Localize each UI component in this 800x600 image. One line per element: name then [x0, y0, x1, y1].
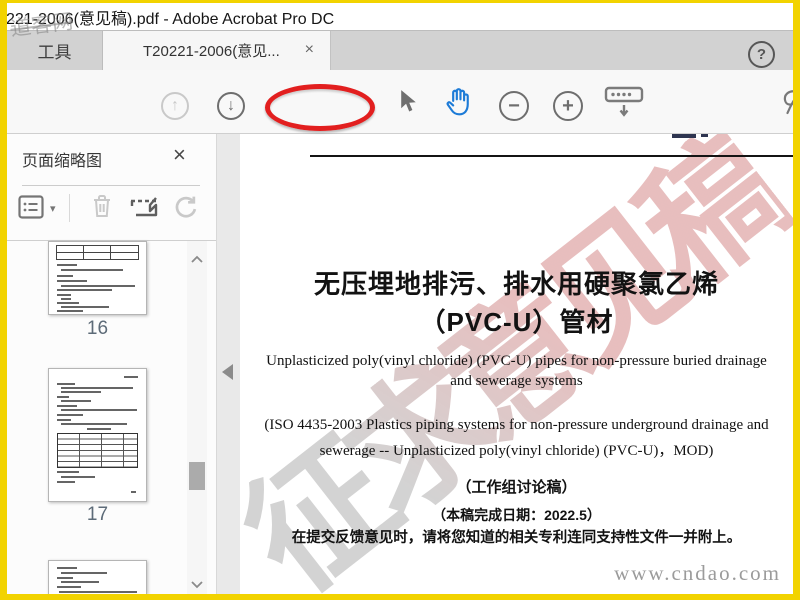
plus-icon: +	[562, 94, 574, 117]
page-thumbnails-panel: 页面缩略图 × ▾ 16 17	[7, 134, 217, 594]
thumb-table	[56, 245, 139, 260]
doc-title-line1: 无压埋地排污、排水用硬聚氯乙烯	[313, 269, 719, 299]
page-header-fragment	[672, 134, 696, 138]
divider	[22, 185, 200, 186]
doc-draft-note: （工作组讨论稿）	[456, 479, 577, 496]
rotate-icon[interactable]	[173, 195, 198, 220]
thumbnail-page-18-partial[interactable]	[48, 560, 147, 594]
red-circle-annotation	[265, 84, 375, 131]
acrobat-window: 221-2006(意见稿).pdf - Adobe Acrobat Pro DC…	[0, 0, 800, 600]
select-tool-icon[interactable]	[400, 88, 417, 114]
doc-date-note: （本稿完成日期：2022.5）	[432, 507, 601, 523]
doc-iso-line2: sewerage -- Unplasticized poly(vinyl chl…	[319, 443, 714, 459]
thumbnail-scrollbar[interactable]	[187, 241, 207, 594]
header-rule	[310, 155, 793, 157]
page-header-fragment	[701, 134, 708, 137]
next-page-button[interactable]: ↓	[217, 92, 245, 120]
minus-icon: −	[508, 94, 520, 117]
main-toolbar: ↑ ↓ − +	[0, 70, 800, 196]
scroll-down-icon[interactable]	[191, 581, 203, 589]
chevron-down-icon[interactable]: ▾	[50, 202, 56, 215]
trash-icon[interactable]	[91, 193, 113, 219]
zoom-out-button[interactable]: −	[499, 91, 529, 121]
doc-patent-note: 在提交反馈意见时，请将您知道的相关专利连同支持性文件一并附上。	[291, 530, 742, 546]
panel-close-icon[interactable]: ×	[173, 142, 186, 168]
site-watermark-bottom: www.cndao.com	[614, 561, 781, 585]
tab-document[interactable]: T20221-2006(意见... ×	[103, 31, 331, 70]
doc-subtitle-en-line1: Unplasticized poly(vinyl chloride) (PVC-…	[266, 353, 767, 369]
zoom-in-button[interactable]: +	[553, 91, 583, 121]
help-glyph: ?	[756, 46, 767, 63]
toolbar-dock-icon[interactable]	[604, 86, 644, 120]
scroll-up-icon[interactable]	[191, 255, 203, 263]
tab-tools-label: 工具	[37, 43, 72, 62]
doc-title-line2: （PVC-U）管材	[419, 307, 614, 337]
arrow-down-icon: ↓	[227, 97, 235, 114]
tab-document-label: T20221-2006(意见...	[143, 43, 280, 60]
divider	[69, 194, 70, 222]
tab-close-icon[interactable]: ×	[305, 40, 314, 60]
thumbnail-label-17[interactable]: 17	[48, 504, 147, 526]
doc-iso-line1: (ISO 4435-2003 Plastics piping systems f…	[264, 417, 769, 433]
thumb-table	[57, 433, 138, 468]
panel-gutter	[217, 134, 240, 594]
panel-title: 页面缩略图	[22, 153, 103, 170]
tab-bar: 工具 T20221-2006(意见... ×	[0, 30, 800, 70]
thumbnail-options-icon[interactable]	[18, 195, 44, 219]
scrollbar-thumb[interactable]	[189, 462, 205, 490]
thumbnail-label-16[interactable]: 16	[48, 318, 147, 340]
thumbnail-page-16[interactable]	[48, 241, 147, 315]
thumbnail-page-17[interactable]	[48, 368, 147, 502]
document-page[interactable]: 征求意见稿 无压埋地排污、排水用硬聚氯乙烯 （PVC-U）管材 Unplasti…	[240, 134, 793, 594]
fill-sign-pen-icon[interactable]	[776, 87, 800, 117]
previous-page-button[interactable]: ↑	[161, 92, 189, 120]
arrow-up-icon: ↑	[171, 97, 179, 114]
hand-tool-icon[interactable]	[444, 87, 472, 117]
collapse-panel-icon[interactable]	[222, 364, 233, 380]
help-icon[interactable]: ?	[748, 41, 775, 68]
extract-pages-icon[interactable]	[129, 193, 159, 220]
doc-subtitle-en-line2: and sewerage systems	[450, 373, 583, 389]
title-bar: 221-2006(意见稿).pdf - Adobe Acrobat Pro DC	[0, 0, 800, 30]
